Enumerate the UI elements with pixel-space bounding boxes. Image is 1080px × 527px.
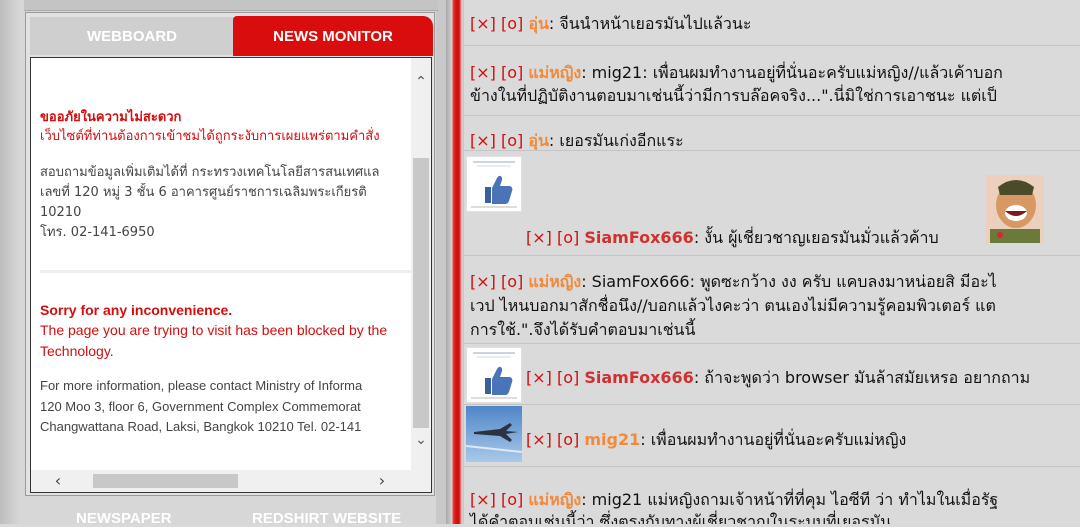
widget-top-strip <box>24 0 438 11</box>
horizontal-scroll-thumb[interactable] <box>93 474 238 488</box>
vertical-scroll-thumb[interactable] <box>413 158 429 428</box>
option-button[interactable]: [o] <box>501 14 528 33</box>
tab-webboard[interactable]: WEBBOARD <box>30 17 234 55</box>
thumbs-up-icon[interactable] <box>466 347 522 403</box>
tab-news-monitor[interactable]: NEWS MONITOR <box>233 16 433 56</box>
username[interactable]: อุ่น <box>528 131 549 150</box>
en-info-line-3: Changwattana Road, Laksi, Bangkok 10210 … <box>40 419 362 434</box>
delete-button[interactable]: [×] <box>470 272 501 291</box>
message-text-continued: เวป ไหนบอกมาสักชื่อนึง//บอกแล้วไงคะว่า ต… <box>470 296 996 315</box>
option-button[interactable]: [o] <box>501 63 528 82</box>
scroll-corner <box>411 470 431 492</box>
message-text-continued: การใช้.".จึงได้รับคำตอบมาเช่นนี้ <box>470 320 696 339</box>
username[interactable]: SiamFox666 <box>584 368 693 387</box>
username[interactable]: แม่หญิง <box>528 272 581 291</box>
option-button[interactable]: [o] <box>501 131 528 150</box>
scroll-left-icon[interactable]: ‹ <box>47 470 69 492</box>
horizontal-scrollbar[interactable]: ‹ › <box>31 470 411 492</box>
username[interactable]: SiamFox666 <box>584 228 693 247</box>
message-separator <box>464 45 1080 46</box>
scroll-up-icon[interactable]: ⌃ <box>411 72 431 92</box>
message-text: : งั้น ผู้เชี่ยวชาญเยอรมันมั่วแล้วค้าบ <box>693 228 939 247</box>
chat-message: [×] [o] อุ่น: จีนนำหน้าเยอรมันไปแล้วนะ <box>470 12 751 37</box>
chat-message: [×] [o] แม่หญิง: SiamFox666: พูดซะกว้าง … <box>470 270 997 295</box>
fighter-jet-icon[interactable] <box>465 406 523 462</box>
th-title: ขออภัยในความไม่สะดวก <box>40 110 182 125</box>
message-text: : mig21 แม่หญิงถามเจ้าหน้าที่ที่คุม ไอซี… <box>581 490 999 509</box>
message-separator <box>464 343 1080 344</box>
message-separator <box>464 466 1080 467</box>
panel-divider <box>446 0 464 524</box>
message-text: : เพื่อนผมทำงานอยู่ที่นั่นอะครับแม่หญิง <box>640 430 907 449</box>
laughing-soldier-avatar <box>986 175 1044 243</box>
delete-button[interactable]: [×] <box>526 368 557 387</box>
message-separator <box>464 255 1080 256</box>
delete-button[interactable]: [×] <box>470 131 501 150</box>
username[interactable]: แม่หญิง <box>528 490 581 509</box>
th-info-line-2: เลขที่ 120 หมู่ 3 ชั้น 6 อาคารศูนย์ราชกา… <box>40 185 367 200</box>
blocked-page-frame: ขออภัยในความไม่สะดวก เว็บไซต์ที่ท่านต้อง… <box>30 57 432 493</box>
message-text: : เยอรมันเก่งอีกแระ <box>548 131 684 150</box>
tab-redshirt-website[interactable]: REDSHIRT WEBSITE <box>252 510 401 527</box>
message-text: : จีนนำหน้าเยอรมันไปแล้วนะ <box>548 14 752 33</box>
message-separator <box>464 150 1080 151</box>
en-block-line-1: The page you are trying to visit has bee… <box>40 322 388 338</box>
chat-message: [×] [o] mig21: เพื่อนผมทำงานอยู่ที่นั่นอ… <box>526 428 906 453</box>
tab-newspaper[interactable]: NEWSPAPER <box>76 510 172 527</box>
option-button[interactable]: [o] <box>501 490 528 509</box>
news-widget-panel: WEBBOARD NEWS MONITOR ขออภัยในความไม่สะด… <box>0 0 446 527</box>
delete-button[interactable]: [×] <box>470 63 501 82</box>
en-title: Sorry for any inconvenience. <box>40 302 233 318</box>
chat-panel: [×] [o] อุ่น: จีนนำหน้าเยอรมันไปแล้วนะ [… <box>464 0 1080 524</box>
scroll-down-icon[interactable]: ⌄ <box>411 430 431 450</box>
delete-button[interactable]: [×] <box>470 490 501 509</box>
th-block-line: เว็บไซต์ที่ท่านต้องการเข้าชมได้ถูกระงับก… <box>40 129 380 144</box>
option-button[interactable]: [o] <box>557 228 584 247</box>
chat-message: [×] [o] SiamFox666: งั้น ผู้เชี่ยวชาญเยอ… <box>526 226 939 251</box>
message-text: : mig21: เพื่อนผมทำงานอยู่ที่นั่นอะครับแ… <box>581 63 1003 82</box>
en-info-line-2: 120 Moo 3, floor 6, Government Complex C… <box>40 399 361 414</box>
delete-button[interactable]: [×] <box>470 14 501 33</box>
option-button[interactable]: [o] <box>501 272 528 291</box>
th-info-line-1: สอบถามข้อมูลเพิ่มเติมได้ที่ กระทรวงเทคโน… <box>40 165 380 180</box>
section-divider <box>40 270 411 273</box>
message-separator <box>464 115 1080 116</box>
panel-edge-shadow-right <box>436 0 446 524</box>
en-info-line-1: For more information, please contact Min… <box>40 378 363 393</box>
message-text: : SiamFox666: พูดซะกว้าง งง ครับ แคบลงมา… <box>581 272 997 291</box>
thumbs-up-icon[interactable] <box>466 156 522 212</box>
th-info-line-3: 10210 <box>40 205 82 220</box>
th-info-line-4: โทร. 02-141-6950 <box>40 225 155 240</box>
message-separator <box>464 404 1080 405</box>
username[interactable]: mig21 <box>584 430 640 449</box>
option-button[interactable]: [o] <box>557 368 584 387</box>
delete-button[interactable]: [×] <box>526 430 557 449</box>
message-text: : ถ้าจะพูดว่า browser มันล้าสมัยเหรอ อยา… <box>693 368 1031 387</box>
en-block-line-2: Technology. <box>40 343 114 359</box>
chat-message: [×] [o] แม่หญิง: mig21: เพื่อนผมทำงานอยู… <box>470 61 1003 86</box>
username[interactable]: แม่หญิง <box>528 63 581 82</box>
message-text-continued: ข้างในที่ปฏิบัติงานตอบมาเช่นนี้ว่ามีการบ… <box>470 86 997 105</box>
message-text-continued: ได้คำตอบเช่นนี้ว่า ซึ่งตรงกับทางผู้เชี่ย… <box>470 512 892 524</box>
delete-button[interactable]: [×] <box>526 228 557 247</box>
panel-edge-shadow <box>0 0 20 524</box>
scroll-right-icon[interactable]: › <box>371 470 393 492</box>
chat-message: [×] [o] SiamFox666: ถ้าจะพูดว่า browser … <box>526 366 1030 391</box>
username[interactable]: อุ่น <box>528 14 549 33</box>
option-button[interactable]: [o] <box>557 430 584 449</box>
vertical-scrollbar[interactable]: ⌃ ⌄ <box>411 58 431 470</box>
news-widget: WEBBOARD NEWS MONITOR ขออภัยในความไม่สะด… <box>25 12 435 496</box>
blocked-page-content: ขออภัยในความไม่สะดวก เว็บไซต์ที่ท่านต้อง… <box>31 58 411 470</box>
